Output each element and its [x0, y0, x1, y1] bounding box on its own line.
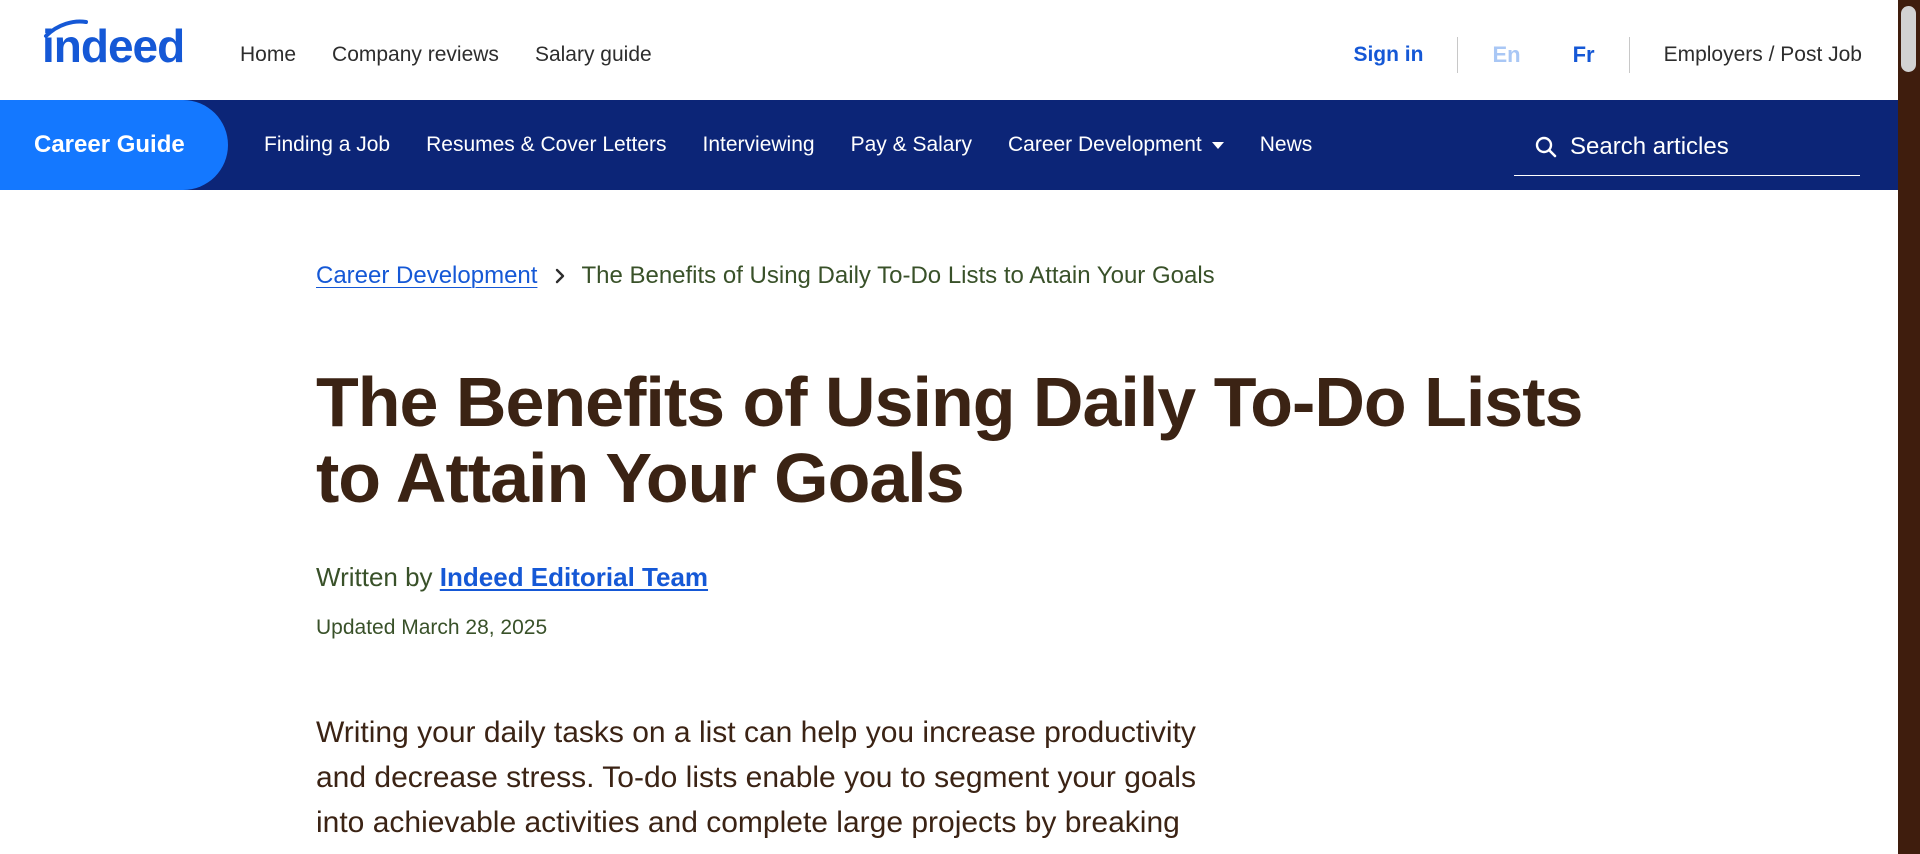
nav-item-label: Finding a Job: [264, 133, 391, 156]
article-title: The Benefits of Using Daily To-Do Lists …: [316, 363, 1583, 517]
nav-news[interactable]: News: [1260, 133, 1313, 157]
nav-item-label: Career Development: [1007, 133, 1202, 156]
search-articles-box[interactable]: [1514, 118, 1860, 176]
career-guide-tab[interactable]: Career Guide: [0, 100, 228, 190]
scrollbar-thumb[interactable]: [1901, 6, 1916, 72]
career-nav-items: Finding a Job Resumes & Cover Letters In…: [264, 100, 1348, 190]
sign-in-link[interactable]: Sign in: [1353, 43, 1423, 67]
nav-finding-a-job[interactable]: Finding a Job: [264, 133, 390, 157]
top-right-actions: Sign in En Fr Employers / Post Job: [1353, 0, 1862, 110]
top-header: indeed Home Company reviews Salary guide…: [0, 0, 1898, 100]
career-guide-nav: Career Guide Finding a Job Resumes & Cov…: [0, 100, 1898, 190]
nav-interviewing[interactable]: Interviewing: [703, 133, 815, 157]
caret-down-icon: [1211, 141, 1224, 149]
breadcrumb-current: The Benefits of Using Daily To-Do Lists …: [581, 262, 1215, 289]
author-link[interactable]: Indeed Editorial Team: [440, 562, 708, 592]
nav-item-label: Interviewing: [702, 133, 815, 156]
employers-post-job-link[interactable]: Employers / Post Job: [1664, 43, 1862, 67]
search-icon: [1535, 136, 1557, 157]
language-en: En: [1492, 42, 1521, 67]
top-nav: Home Company reviews Salary guide: [240, 0, 688, 110]
nav-salary-guide-link[interactable]: Salary guide: [535, 43, 652, 67]
language-fr-link[interactable]: Fr: [1573, 42, 1595, 68]
nav-item-label: News: [1259, 133, 1313, 156]
nav-career-development[interactable]: Career Development: [1008, 133, 1224, 157]
divider: [1628, 37, 1630, 73]
divider: [1457, 37, 1459, 73]
byline: Written by Indeed Editorial Team: [316, 562, 708, 593]
nav-resumes-cover-letters[interactable]: Resumes & Cover Letters: [426, 133, 666, 157]
svg-text:indeed: indeed: [42, 20, 184, 72]
nav-home-link[interactable]: Home: [240, 43, 296, 67]
scrollbar-track[interactable]: [1898, 0, 1920, 854]
breadcrumb: Career Development The Benefits of Using…: [316, 262, 1215, 290]
nav-item-label: Pay & Salary: [850, 133, 972, 156]
breadcrumb-career-development-link[interactable]: Career Development: [316, 262, 537, 290]
updated-date: Updated March 28, 2025: [316, 616, 548, 639]
article-intro: Writing your daily tasks on a list can h…: [316, 716, 1196, 839]
indeed-logo[interactable]: indeed: [40, 14, 200, 72]
nav-company-reviews-link[interactable]: Company reviews: [332, 43, 499, 67]
chevron-right-icon: [556, 268, 565, 284]
page: indeed Home Company reviews Salary guide…: [0, 0, 1920, 854]
nav-item-label: Resumes & Cover Letters: [426, 133, 667, 156]
written-by-label: Written by: [316, 562, 440, 592]
search-input[interactable]: [1568, 131, 1852, 162]
nav-pay-salary[interactable]: Pay & Salary: [851, 133, 972, 157]
